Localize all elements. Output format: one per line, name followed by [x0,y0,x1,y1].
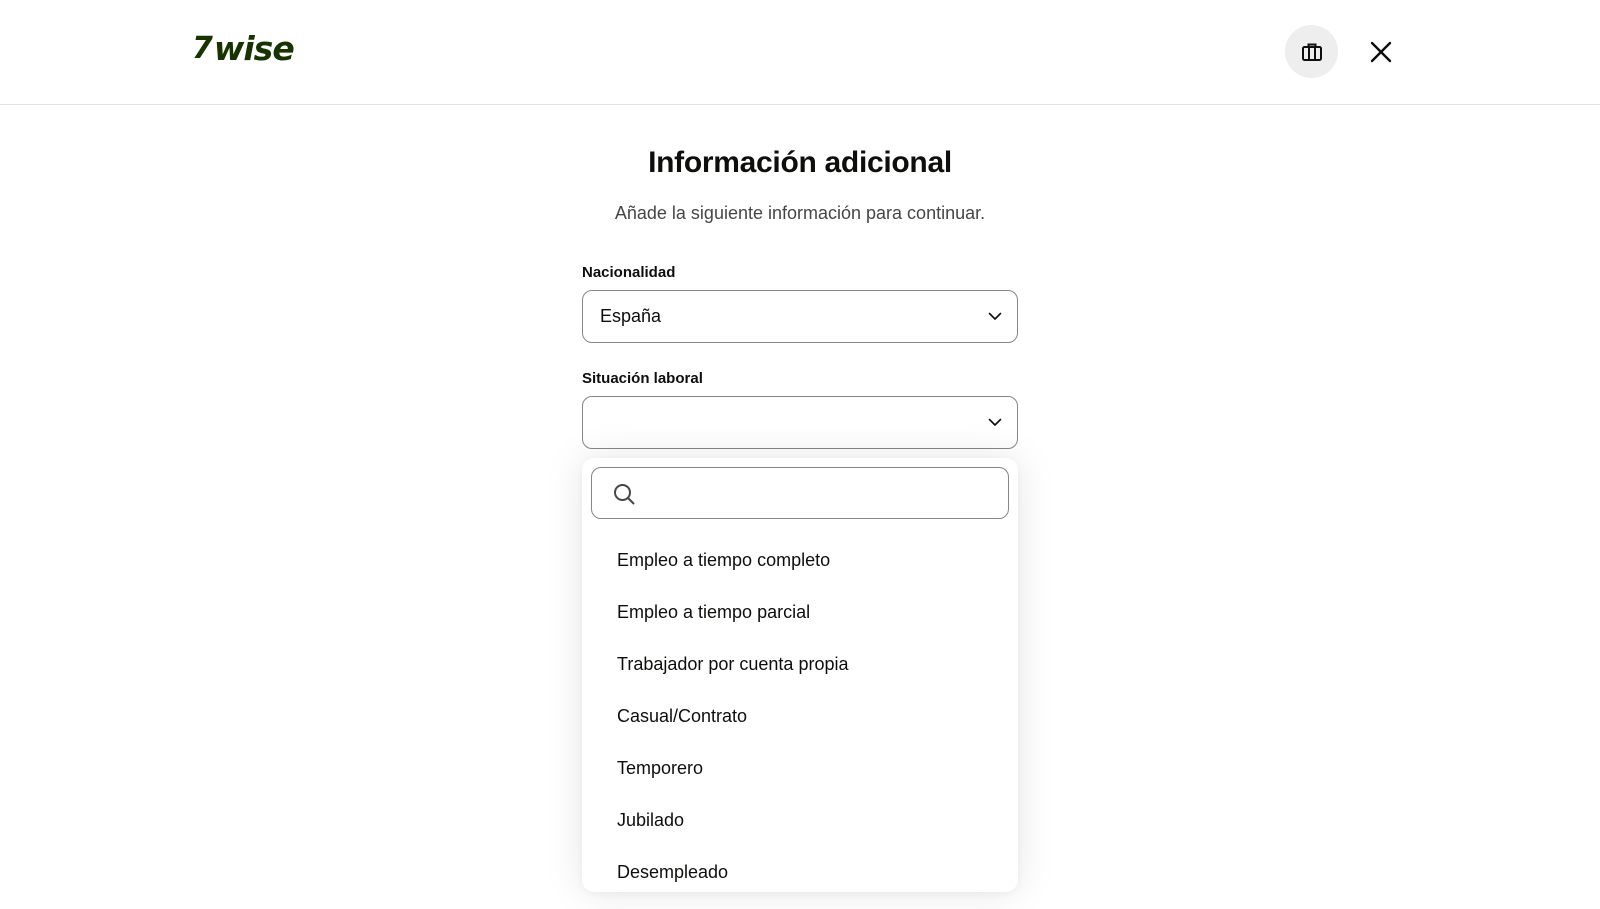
page-title: Información adicional [648,146,952,179]
chevron-down-icon [987,309,1003,325]
dropdown-option[interactable]: Trabajador por cuenta propia [582,638,1018,690]
nationality-value: España [600,306,662,326]
dropdown-option[interactable]: Empleo a tiempo completo [582,534,1018,586]
dropdown-option[interactable]: Jubilado [582,794,1018,846]
top-bar: 7 wise [0,0,1600,105]
dropdown-options-list: Empleo a tiempo completo Empleo a tiempo… [582,534,1018,892]
nationality-label: Nacionalidad [582,264,676,281]
business-account-button[interactable] [1285,25,1338,78]
dropdown-option[interactable]: Temporero [582,742,1018,794]
nationality-select[interactable]: España [582,290,1018,343]
close-button[interactable] [1363,34,1399,70]
dropdown-option[interactable]: Casual/Contrato [582,690,1018,742]
dropdown-option[interactable]: Empleo a tiempo parcial [582,586,1018,638]
dropdown-search-box[interactable] [591,467,1009,519]
dropdown-option[interactable]: Desempleado [582,846,1018,892]
wise-logo-mark: 7 [192,30,213,66]
employment-select[interactable] [582,396,1018,449]
wise-logo-text: wise [213,28,295,68]
search-icon [614,484,635,505]
briefcase-icon [1301,43,1322,61]
close-icon [1370,41,1392,63]
wise-logo[interactable]: 7 wise [192,28,295,68]
page-subtitle: Añade la siguiente información para cont… [614,203,986,223]
chevron-down-icon [987,415,1003,431]
employment-dropdown: Empleo a tiempo completo Empleo a tiempo… [582,458,1018,892]
employment-label: Situación laboral [582,370,703,387]
dropdown-search-input[interactable] [648,468,998,518]
